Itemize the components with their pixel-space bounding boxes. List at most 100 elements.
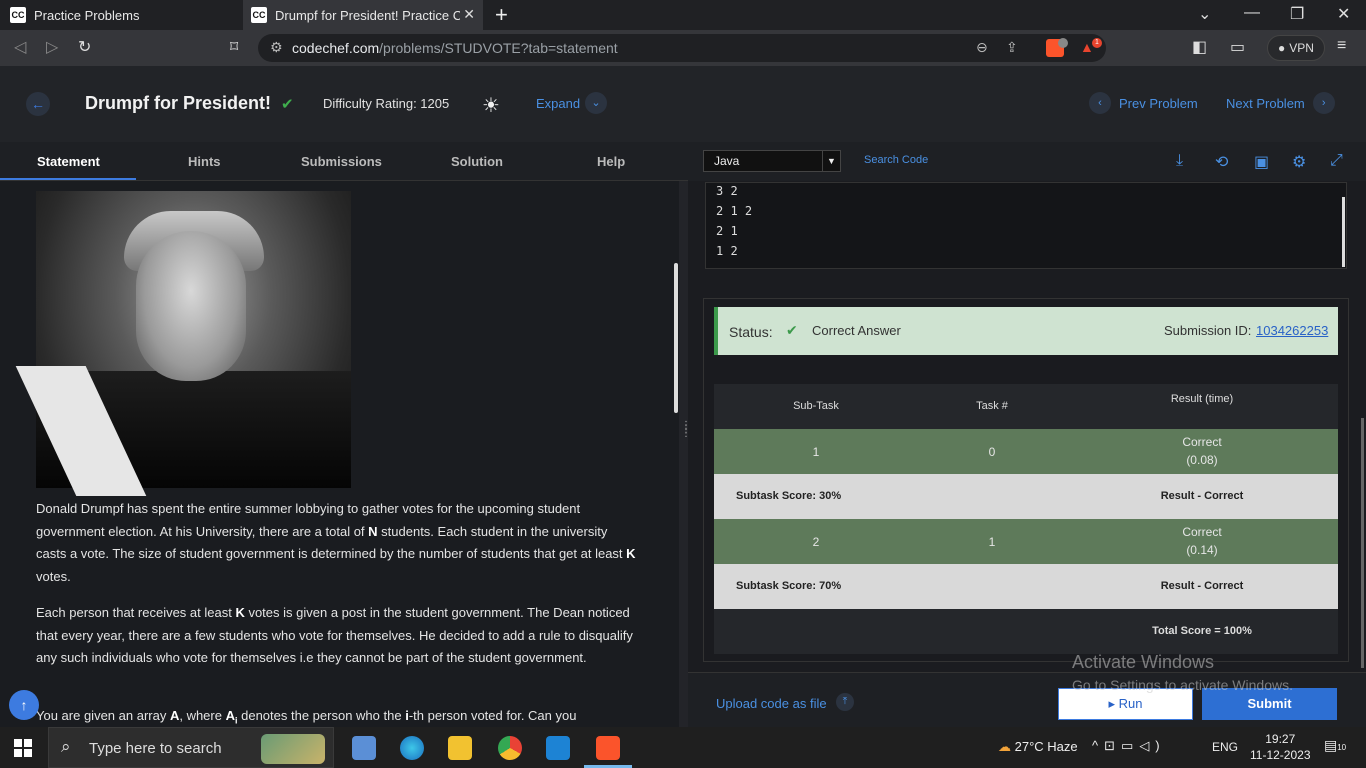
- input-output-box: 3 2 2 1 2 2 1 1 2: [705, 182, 1347, 269]
- site-settings-icon[interactable]: ⚙: [270, 39, 283, 56]
- submission-id-link[interactable]: 1034262253: [1256, 323, 1328, 338]
- statement-scrollbar[interactable]: [674, 263, 678, 413]
- solved-check-icon: ✔: [281, 96, 294, 113]
- back-arrow-icon[interactable]: ←: [26, 92, 50, 116]
- vpn-button[interactable]: ● VPN: [1267, 35, 1325, 61]
- zoom-icon[interactable]: ⊖: [976, 39, 988, 56]
- prev-problem-button[interactable]: ‹ Prev Problem: [1089, 92, 1198, 114]
- search-code-link[interactable]: Search Code: [864, 154, 928, 166]
- download-icon[interactable]: ⤓: [1176, 152, 1183, 170]
- weather-widget[interactable]: ☁ 27°C Haze: [998, 739, 1078, 755]
- difficulty-rating: Difficulty Rating: 1205: [323, 96, 450, 111]
- active-tab-indicator: [0, 178, 136, 180]
- header-result: Result (time): [1170, 393, 1234, 405]
- subtask-score-row: Subtask Score: 70% Result - Correct: [714, 564, 1338, 609]
- upload-icon[interactable]: ⤒: [836, 693, 854, 711]
- table-row: 1 0 Correct (0.08): [714, 429, 1338, 474]
- shield-count-badge: [1058, 38, 1068, 48]
- theme-toggle-sun-icon[interactable]: ☀: [482, 93, 500, 118]
- next-problem-button[interactable]: Next Problem ›: [1226, 92, 1335, 114]
- settings-gear-icon[interactable]: ⚙: [1292, 152, 1306, 172]
- search-highlight-icon: [261, 734, 325, 764]
- system-tray[interactable]: ^⊡▭◁): [1092, 738, 1166, 754]
- forward-icon[interactable]: ▷: [46, 37, 58, 57]
- battery-icon[interactable]: ▭: [1121, 738, 1139, 753]
- taskbar-clock[interactable]: 19:27 11-12-2023: [1250, 731, 1311, 763]
- browser-toolbar: ◁ ▷ ↻ ⌑ ⚙ codechef.com/problems/STUDVOTE…: [0, 30, 1366, 66]
- rewards-badge: 1: [1092, 38, 1102, 48]
- search-placeholder: Type here to search: [89, 740, 222, 757]
- activate-windows-watermark: Activate Windows: [1072, 652, 1215, 672]
- save-icon[interactable]: ▣: [1254, 152, 1269, 172]
- restore-icon[interactable]: ❐: [1290, 4, 1304, 24]
- editor-toolbar: Java ▼ Search Code ⤓ ⟲ ▣ ⚙ ⤢: [688, 142, 1366, 181]
- tab-submissions[interactable]: Submissions: [301, 154, 382, 169]
- edge-icon[interactable]: [400, 736, 424, 760]
- tab-search-chevron-icon[interactable]: ⌄: [1198, 4, 1211, 24]
- windows-start-icon[interactable]: [14, 739, 32, 757]
- status-label: Status:: [729, 324, 773, 340]
- new-tab-button[interactable]: +: [495, 2, 508, 28]
- close-tab-icon[interactable]: ✕: [463, 6, 475, 23]
- browser-tab-active[interactable]: CC Drumpf for President! Practice Co ✕: [243, 0, 483, 30]
- vpn-dot-icon: ●: [1278, 41, 1286, 55]
- tab-help[interactable]: Help: [597, 154, 625, 169]
- reload-icon[interactable]: ↻: [78, 37, 91, 57]
- statement-paragraph-1: Donald Drumpf has spent the entire summe…: [36, 501, 636, 585]
- output-scrollbar[interactable]: [1342, 197, 1345, 267]
- problem-header: ← Drumpf for President! ✔ Difficulty Rat…: [0, 66, 1366, 142]
- statement-paragraph-3: You are given an array A, where Ai denot…: [36, 708, 577, 726]
- scroll-to-top-button[interactable]: ↑: [9, 690, 39, 720]
- wallet-icon[interactable]: ▭: [1230, 37, 1245, 57]
- sidebar-icon[interactable]: ◧: [1192, 37, 1207, 57]
- volume-icon[interactable]: ◁): [1139, 738, 1165, 753]
- language-indicator[interactable]: ENG: [1212, 740, 1238, 754]
- page-scrollbar[interactable]: [1361, 418, 1364, 668]
- task-view-icon[interactable]: [352, 736, 376, 760]
- menu-icon[interactable]: ≡: [1337, 37, 1346, 55]
- check-icon: ✔: [786, 322, 798, 338]
- tab-solution[interactable]: Solution: [451, 154, 503, 169]
- file-explorer-icon[interactable]: [448, 736, 472, 760]
- problem-tabs: Statement Hints Submissions Solution Hel…: [0, 142, 688, 181]
- fullscreen-icon[interactable]: ⤢: [1330, 152, 1343, 170]
- output-line: 2 1: [716, 224, 738, 238]
- browser-tab-strip: CC Practice Problems CC Drumpf for Presi…: [0, 0, 1366, 30]
- address-bar[interactable]: ⚙ codechef.com/problems/STUDVOTE?tab=sta…: [258, 34, 1106, 62]
- tab-hints[interactable]: Hints: [188, 154, 221, 169]
- statement-pane: Donald Drumpf has spent the entire summe…: [0, 181, 688, 727]
- chevron-down-icon[interactable]: ⌄: [585, 92, 607, 114]
- chevron-up-icon[interactable]: ^: [1092, 738, 1104, 753]
- upload-code-link[interactable]: Upload code as file: [716, 696, 827, 711]
- weather-haze-icon: ☁: [998, 739, 1015, 754]
- play-icon: ▸: [1108, 696, 1119, 711]
- tab-statement[interactable]: Statement: [37, 154, 100, 169]
- subtask-score-row: Subtask Score: 30% Result - Correct: [714, 474, 1338, 519]
- chrome-icon[interactable]: [498, 736, 522, 760]
- chevron-left-icon: ‹: [1089, 92, 1111, 114]
- bookmark-icon[interactable]: ⌑: [230, 37, 238, 57]
- back-icon[interactable]: ◁: [14, 37, 26, 57]
- browser-tab-practice-problems[interactable]: CC Practice Problems: [10, 0, 240, 30]
- vscode-icon[interactable]: [546, 736, 570, 760]
- url-text: codechef.com/problems/STUDVOTE?tab=state…: [292, 40, 618, 56]
- reset-icon[interactable]: ⟲: [1215, 152, 1228, 172]
- table-header: Sub-Task Task # Result (time): [714, 384, 1338, 429]
- codechef-favicon-icon: CC: [10, 7, 26, 23]
- minimize-icon[interactable]: —: [1244, 4, 1260, 22]
- expand-button[interactable]: Expand: [536, 96, 580, 111]
- pane-divider[interactable]: [679, 181, 688, 727]
- notification-icon[interactable]: ▤10: [1324, 737, 1346, 754]
- codechef-favicon-icon: CC: [251, 7, 267, 23]
- activate-windows-subtext: Go to Settings to activate Windows.: [1072, 677, 1293, 693]
- brave-icon[interactable]: [596, 736, 620, 760]
- editor-pane: Java ▼ Search Code ⤓ ⟲ ▣ ⚙ ⤢ 3 2 2 1 2 2…: [688, 142, 1366, 727]
- close-window-icon[interactable]: ✕: [1337, 4, 1350, 24]
- taskbar-search[interactable]: ⌕ Type here to search: [48, 727, 334, 768]
- share-icon[interactable]: ⇪: [1006, 39, 1018, 56]
- status-banner: Status: ✔ Correct Answer Submission ID: …: [714, 307, 1338, 355]
- header-subtask: Sub-Task: [793, 400, 839, 412]
- network-icon[interactable]: ⊡: [1104, 738, 1121, 753]
- language-select[interactable]: Java ▼: [703, 150, 841, 172]
- total-score: Total Score = 100%: [1152, 625, 1252, 637]
